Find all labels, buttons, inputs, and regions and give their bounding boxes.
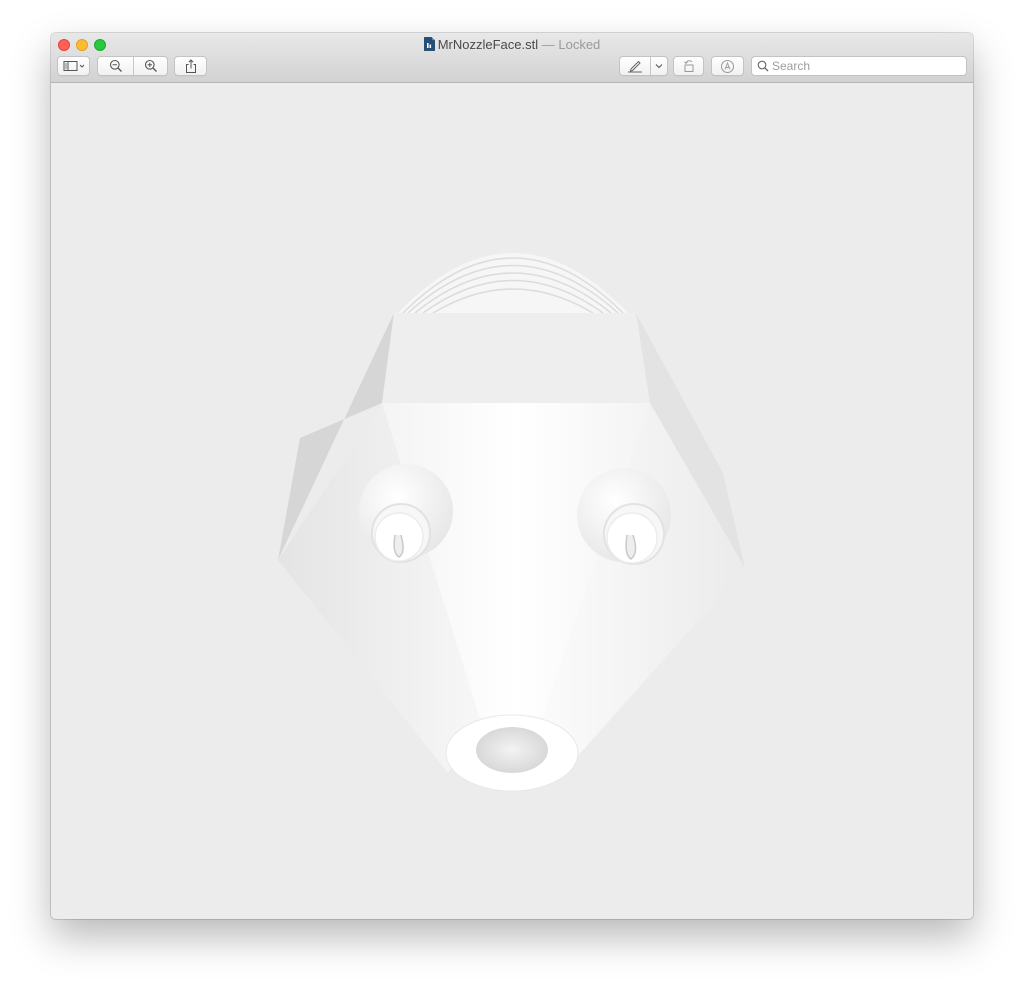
rotate-button[interactable] — [673, 56, 704, 76]
share-button[interactable] — [174, 56, 207, 76]
stl-model-render[interactable] — [51, 83, 973, 919]
thread-dome — [398, 253, 628, 314]
pen-icon — [628, 60, 642, 73]
sidebar-icon — [63, 61, 84, 71]
zoom-out-icon — [109, 59, 122, 72]
nozzle-tip — [445, 714, 579, 792]
zoom-out-button[interactable] — [98, 57, 133, 75]
markup-button[interactable] — [620, 57, 650, 75]
zoom-in-button[interactable] — [134, 57, 167, 75]
model-viewport[interactable] — [51, 83, 973, 919]
zoom-in-icon — [144, 59, 157, 72]
window-separator: — — [538, 37, 559, 52]
markup-button-group — [619, 56, 668, 76]
chevron-down-icon — [655, 64, 663, 69]
markup-dropdown-button[interactable] — [651, 57, 667, 75]
annotate-button[interactable] — [711, 56, 744, 76]
search-field[interactable] — [751, 56, 967, 76]
zoom-button-group — [97, 56, 168, 76]
top-flat-face — [382, 313, 650, 403]
markup-circle-icon — [721, 59, 734, 73]
window-filename: MrNozzleFace.stl — [437, 37, 539, 52]
rotate-icon — [683, 60, 693, 72]
search-input[interactable] — [772, 58, 960, 74]
window-title: MrNozzleFace.stl — Locked — [51, 36, 973, 53]
share-icon — [185, 58, 196, 73]
preview-window: MrNozzleFace.stl — Locked — [51, 33, 973, 919]
window-state: Locked — [558, 37, 601, 52]
title-bar[interactable]: MrNozzleFace.stl — Locked — [51, 33, 973, 83]
search-icon — [757, 60, 769, 72]
sidebar-toggle-button[interactable] — [57, 56, 90, 76]
stl-document-icon — [423, 37, 435, 51]
